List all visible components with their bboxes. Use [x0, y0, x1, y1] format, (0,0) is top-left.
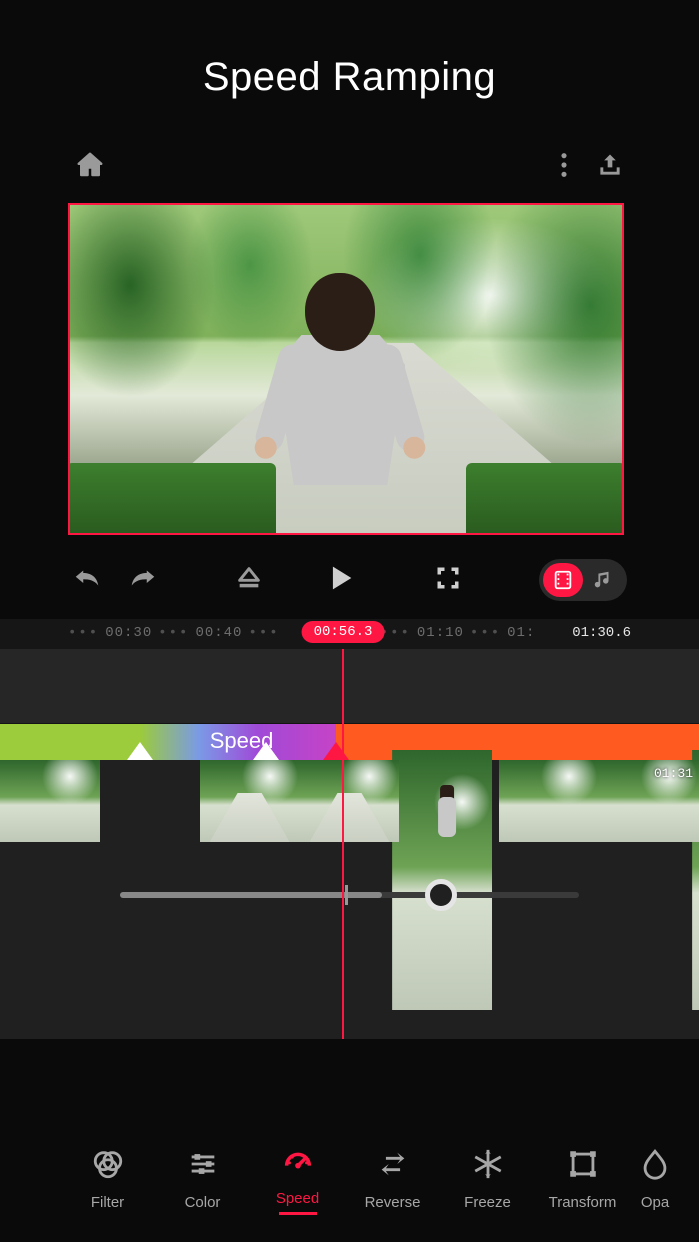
- home-button[interactable]: [75, 150, 105, 185]
- slider-knob[interactable]: [425, 879, 457, 911]
- redo-button[interactable]: [128, 566, 158, 595]
- tool-reverse[interactable]: Reverse: [345, 1147, 440, 1211]
- tool-label: Speed: [250, 1190, 345, 1207]
- speed-keyframe-active[interactable]: [323, 742, 349, 760]
- tool-label: Color: [155, 1194, 250, 1211]
- track-empty: [0, 649, 699, 724]
- video-track[interactable]: 01:31: [0, 760, 699, 842]
- speed-slider[interactable]: [120, 892, 579, 898]
- speed-ramp-track[interactable]: Speed: [0, 724, 699, 760]
- film-icon: [552, 569, 574, 591]
- music-mode-button[interactable]: [583, 563, 623, 597]
- page-title: Speed Ramping: [0, 0, 699, 150]
- tool-label: Opa: [630, 1194, 680, 1211]
- slider-center-tick: [345, 885, 348, 905]
- tool-speed[interactable]: Speed: [250, 1143, 345, 1215]
- fullscreen-icon: [434, 564, 462, 592]
- total-time: 01:30.6: [572, 625, 631, 641]
- reverse-icon: [376, 1147, 410, 1181]
- clip-thumbnail: [0, 760, 100, 842]
- sliders-icon: [186, 1147, 220, 1181]
- bottom-toolbar: Filter Color Speed Reverse Freeze Transf…: [0, 1116, 699, 1242]
- clip-end-time: 01:31: [654, 766, 693, 781]
- more-button[interactable]: [560, 151, 568, 184]
- play-icon: [323, 561, 357, 595]
- tool-label: Transform: [535, 1194, 630, 1211]
- clip-thumbnail: [499, 760, 599, 842]
- fullscreen-button[interactable]: [434, 564, 462, 597]
- ruler-tick: 01:: [507, 625, 535, 641]
- speed-slider-area: [0, 842, 699, 962]
- tool-freeze[interactable]: Freeze: [440, 1147, 535, 1211]
- player-controls: [0, 535, 699, 613]
- redo-icon: [128, 566, 158, 590]
- preview-frame: [70, 205, 622, 533]
- playhead-time[interactable]: 00:56.3: [302, 621, 385, 643]
- clip-thumbnail: [300, 760, 400, 842]
- filter-icon: [91, 1147, 125, 1181]
- eject-icon: [235, 564, 263, 592]
- undo-icon: [72, 566, 102, 590]
- more-icon: [560, 151, 568, 179]
- ruler-tick: 01:10: [417, 625, 464, 641]
- tool-label: Filter: [60, 1194, 155, 1211]
- transform-icon: [566, 1147, 600, 1181]
- speed-keyframe[interactable]: [127, 742, 153, 760]
- export-button[interactable]: [596, 151, 624, 184]
- snowflake-icon: [471, 1147, 505, 1181]
- clip-thumbnail: [200, 760, 300, 842]
- topbar: [0, 150, 699, 203]
- tool-opacity[interactable]: Opa: [630, 1147, 680, 1211]
- ruler-dots: •••: [68, 625, 99, 641]
- tool-label: Freeze: [440, 1194, 535, 1211]
- video-mode-button[interactable]: [543, 563, 583, 597]
- export-icon: [596, 151, 624, 179]
- video-preview[interactable]: [68, 203, 624, 535]
- speed-keyframe[interactable]: [253, 742, 279, 760]
- music-icon: [592, 569, 614, 591]
- tool-transform[interactable]: Transform: [535, 1147, 630, 1211]
- timeline[interactable]: Speed 01:31: [0, 649, 699, 1039]
- home-icon: [75, 150, 105, 180]
- undo-button[interactable]: [72, 566, 102, 595]
- ruler-tick: 00:40: [195, 625, 242, 641]
- play-button[interactable]: [323, 561, 357, 600]
- gauge-icon: [281, 1143, 315, 1177]
- ruler-tick: 00:30: [105, 625, 152, 641]
- tool-label: Reverse: [345, 1194, 440, 1211]
- droplet-icon: [638, 1147, 672, 1181]
- tool-filter[interactable]: Filter: [60, 1147, 155, 1211]
- playhead[interactable]: [342, 649, 344, 1039]
- view-mode-toggle[interactable]: [539, 559, 627, 601]
- tool-color[interactable]: Color: [155, 1147, 250, 1211]
- time-ruler[interactable]: ••• 00:30 ••• 00:40 ••• ••• 01:10 ••• 01…: [0, 619, 699, 649]
- eject-button[interactable]: [235, 564, 263, 597]
